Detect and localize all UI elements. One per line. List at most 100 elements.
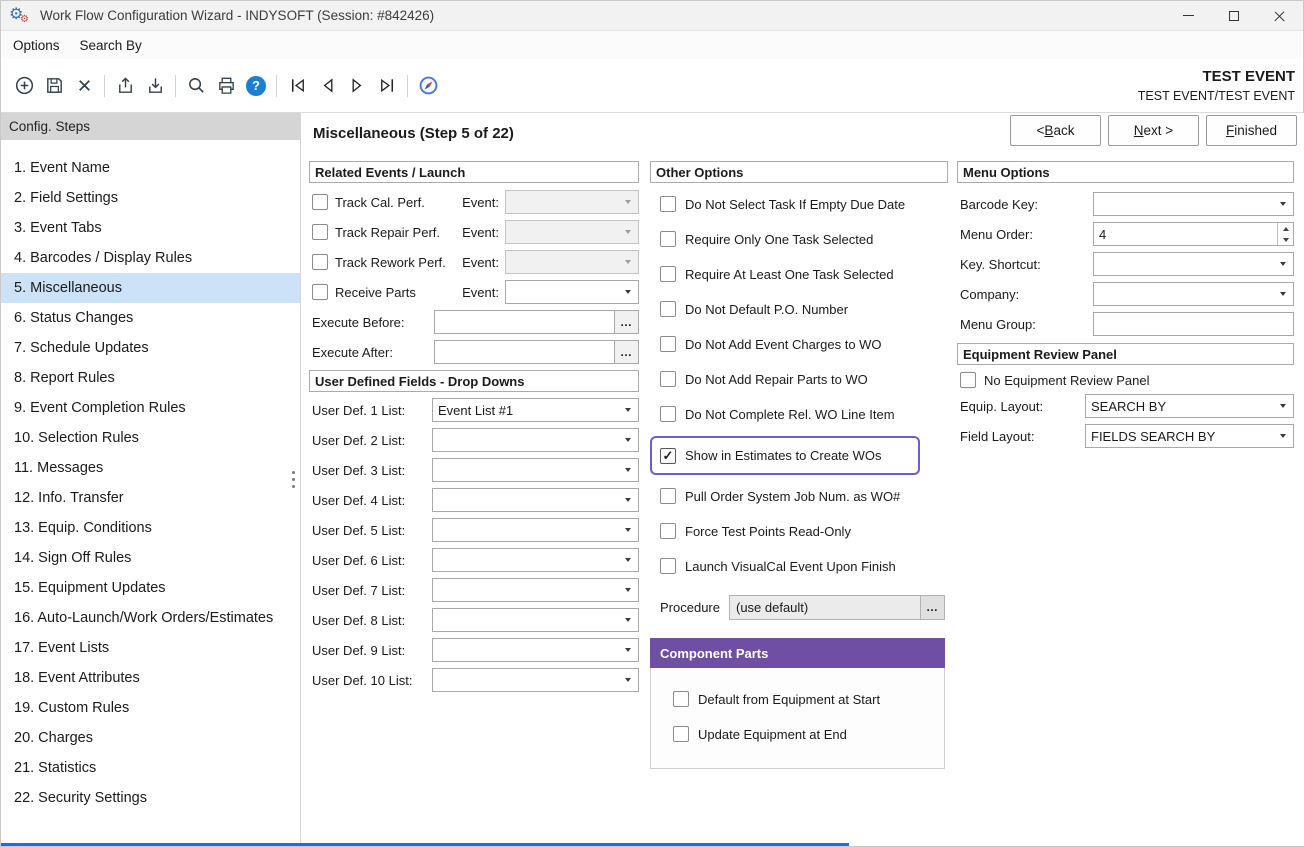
menu-item-options[interactable]: Options bbox=[3, 33, 70, 58]
sidebar-item-5-selected[interactable]: 5. Miscellaneous bbox=[1, 273, 300, 303]
user-def-1-label: User Def. 1 List: bbox=[312, 403, 405, 418]
sidebar-item-2[interactable]: 2. Field Settings bbox=[1, 183, 300, 213]
sidebar-item-8[interactable]: 8. Report Rules bbox=[1, 363, 300, 393]
do-not-add-repair-parts-checkbox[interactable] bbox=[660, 371, 676, 387]
nav-next-icon bbox=[347, 75, 368, 96]
track-cal-perf-checkbox[interactable] bbox=[312, 194, 328, 210]
nav-first-button[interactable] bbox=[282, 71, 312, 101]
highlighted-option-row: Show in Estimates to Create WOs bbox=[650, 436, 920, 475]
search-button[interactable] bbox=[181, 71, 211, 101]
spinner-down-button[interactable] bbox=[1278, 234, 1293, 245]
menu-options-header: Menu Options bbox=[957, 161, 1294, 183]
equip-layout-dropdown[interactable]: SEARCH BY bbox=[1085, 394, 1294, 418]
sidebar-item-9[interactable]: 9. Event Completion Rules bbox=[1, 393, 300, 423]
sidebar-item-19[interactable]: 19. Custom Rules bbox=[1, 693, 300, 723]
user-def-10-dropdown[interactable] bbox=[432, 668, 639, 692]
compass-button[interactable] bbox=[413, 71, 443, 101]
field-layout-dropdown[interactable]: FIELDS SEARCH BY bbox=[1085, 424, 1294, 448]
execute-after-browse-button[interactable]: … bbox=[614, 341, 638, 363]
compass-icon bbox=[418, 75, 439, 96]
barcode-key-dropdown[interactable] bbox=[1093, 192, 1294, 216]
menu-order-spinner[interactable]: 4 bbox=[1093, 222, 1294, 246]
user-def-6-dropdown[interactable] bbox=[432, 548, 639, 572]
user-def-7-dropdown[interactable] bbox=[432, 578, 639, 602]
import-button[interactable] bbox=[140, 71, 170, 101]
minimize-button[interactable] bbox=[1165, 1, 1211, 30]
do-not-select-task-checkbox[interactable] bbox=[660, 196, 676, 212]
user-def-4-dropdown[interactable] bbox=[432, 488, 639, 512]
delete-button[interactable] bbox=[69, 71, 99, 101]
track-rework-perf-checkbox[interactable] bbox=[312, 254, 328, 270]
receive-parts-row: Receive Parts Event: bbox=[309, 277, 639, 307]
sidebar-item-11[interactable]: 11. Messages bbox=[1, 453, 300, 483]
sidebar-item-21[interactable]: 21. Statistics bbox=[1, 753, 300, 783]
spinner-up-button[interactable] bbox=[1278, 223, 1293, 234]
show-in-estimates-checkbox[interactable] bbox=[660, 448, 676, 464]
sidebar-item-3[interactable]: 3. Event Tabs bbox=[1, 213, 300, 243]
sidebar-item-12[interactable]: 12. Info. Transfer bbox=[1, 483, 300, 513]
menu-options-rows: Barcode Key: Menu Order:4 Key. Shortcut:… bbox=[957, 189, 1294, 339]
user-def-2-dropdown[interactable] bbox=[432, 428, 639, 452]
print-button[interactable] bbox=[211, 71, 241, 101]
execute-before-browse-button[interactable]: … bbox=[614, 311, 638, 333]
sidebar-item-16[interactable]: 16. Auto-Launch/Work Orders/Estimates bbox=[1, 603, 300, 633]
no-equipment-review-checkbox[interactable] bbox=[960, 372, 976, 388]
sidebar-item-14[interactable]: 14. Sign Off Rules bbox=[1, 543, 300, 573]
receive-parts-checkbox[interactable] bbox=[312, 284, 328, 300]
nav-previous-button[interactable] bbox=[312, 71, 342, 101]
sidebar-item-4[interactable]: 4. Barcodes / Display Rules bbox=[1, 243, 300, 273]
add-button[interactable] bbox=[9, 71, 39, 101]
user-def-5-dropdown[interactable] bbox=[432, 518, 639, 542]
user-def-8-dropdown[interactable] bbox=[432, 608, 639, 632]
launch-visualcal-checkbox[interactable] bbox=[660, 558, 676, 574]
sidebar-item-20[interactable]: 20. Charges bbox=[1, 723, 300, 753]
sidebar-item-17[interactable]: 17. Event Lists bbox=[1, 633, 300, 663]
toolbar-separator bbox=[276, 75, 277, 97]
sidebar-item-10[interactable]: 10. Selection Rules bbox=[1, 423, 300, 453]
procedure-browse-button[interactable]: … bbox=[920, 596, 944, 619]
nav-next-button[interactable] bbox=[342, 71, 372, 101]
sidebar-item-22[interactable]: 22. Security Settings bbox=[1, 783, 300, 813]
sidebar-item-7[interactable]: 7. Schedule Updates bbox=[1, 333, 300, 363]
procedure-field[interactable]: (use default)… bbox=[729, 595, 945, 620]
close-button[interactable] bbox=[1257, 1, 1303, 30]
key-shortcut-dropdown[interactable] bbox=[1093, 252, 1294, 276]
user-def-9-dropdown[interactable] bbox=[432, 638, 639, 662]
default-from-equipment-checkbox[interactable] bbox=[673, 691, 689, 707]
sidebar-item-1[interactable]: 1. Event Name bbox=[1, 153, 300, 183]
no-equipment-review-row: No Equipment Review Panel bbox=[957, 369, 1294, 391]
sidebar-item-15[interactable]: 15. Equipment Updates bbox=[1, 573, 300, 603]
sidebar-item-18[interactable]: 18. Event Attributes bbox=[1, 663, 300, 693]
do-not-add-event-charges-checkbox[interactable] bbox=[660, 336, 676, 352]
nav-last-button[interactable] bbox=[372, 71, 402, 101]
execute-after-input[interactable]: … bbox=[434, 340, 639, 364]
execute-before-input[interactable]: … bbox=[434, 310, 639, 334]
track-repair-perf-checkbox[interactable] bbox=[312, 224, 328, 240]
company-label: Company: bbox=[960, 287, 1019, 302]
user-def-1-dropdown[interactable]: Event List #1 bbox=[432, 398, 639, 422]
pull-order-system-job-num-checkbox[interactable] bbox=[660, 488, 676, 504]
back-button[interactable]: < Back bbox=[1010, 115, 1101, 146]
chevron-down-icon bbox=[1280, 262, 1286, 266]
require-only-one-task-checkbox[interactable] bbox=[660, 231, 676, 247]
save-button[interactable] bbox=[39, 71, 69, 101]
require-at-least-one-task-checkbox[interactable] bbox=[660, 266, 676, 282]
receive-parts-event-dropdown[interactable] bbox=[505, 280, 639, 304]
toolbar: TEST EVENT TEST EVENT/TEST EVENT bbox=[1, 59, 1303, 113]
finished-button[interactable]: Finished bbox=[1206, 115, 1297, 146]
user-def-3-dropdown[interactable] bbox=[432, 458, 639, 482]
company-dropdown[interactable] bbox=[1093, 282, 1294, 306]
sidebar-item-6[interactable]: 6. Status Changes bbox=[1, 303, 300, 333]
sidebar-item-13[interactable]: 13. Equip. Conditions bbox=[1, 513, 300, 543]
help-button[interactable] bbox=[241, 71, 271, 101]
maximize-button[interactable] bbox=[1211, 1, 1257, 30]
force-test-points-read-only-checkbox[interactable] bbox=[660, 523, 676, 539]
next-button[interactable]: Next > bbox=[1108, 115, 1199, 146]
splitter-handle[interactable] bbox=[292, 471, 295, 474]
do-not-complete-rel-wo-checkbox[interactable] bbox=[660, 406, 676, 422]
export-button[interactable] bbox=[110, 71, 140, 101]
update-equipment-at-end-checkbox[interactable] bbox=[673, 726, 689, 742]
do-not-default-po-number-checkbox[interactable] bbox=[660, 301, 676, 317]
menu-group-input[interactable] bbox=[1093, 312, 1294, 336]
menu-item-search-by[interactable]: Search By bbox=[70, 33, 152, 58]
